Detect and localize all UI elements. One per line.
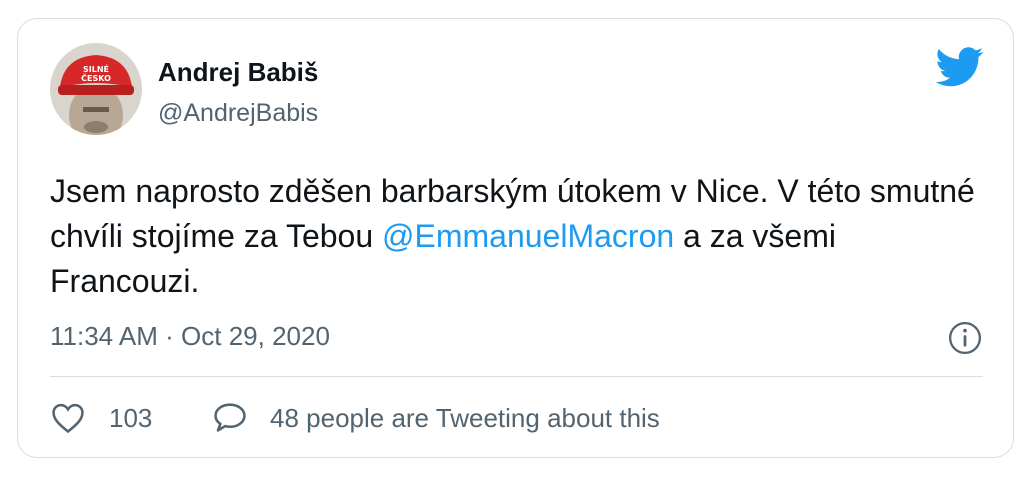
cap-text-line2: ČESKO	[81, 72, 111, 83]
cap-text-line1: SILNÉ	[83, 63, 109, 74]
author-name[interactable]: Andrej Babiš	[158, 57, 318, 88]
twitter-bird-icon[interactable]	[936, 47, 984, 87]
tweet-card[interactable]: SILNÉ ČESKO Andrej Babiš @AndrejBabis Js…	[17, 18, 1014, 458]
tweet-timestamp[interactable]: 11:34 AM · Oct 29, 2020	[50, 321, 330, 352]
heart-icon[interactable]	[51, 402, 85, 434]
mention-link[interactable]: @EmmanuelMacron	[382, 218, 674, 254]
info-icon[interactable]	[948, 321, 982, 355]
like-count[interactable]: 103	[109, 403, 152, 434]
avatar-image: SILNÉ ČESKO	[50, 43, 142, 135]
avatar[interactable]: SILNÉ ČESKO	[50, 43, 142, 135]
divider	[50, 376, 983, 377]
tweet-text: Jsem naprosto zděšen barbarským útokem v…	[50, 169, 980, 304]
author-handle[interactable]: @AndrejBabis	[158, 99, 318, 128]
speech-bubble-icon[interactable]	[213, 402, 247, 434]
tweeting-link[interactable]: 48 people are Tweeting about this	[270, 403, 660, 434]
